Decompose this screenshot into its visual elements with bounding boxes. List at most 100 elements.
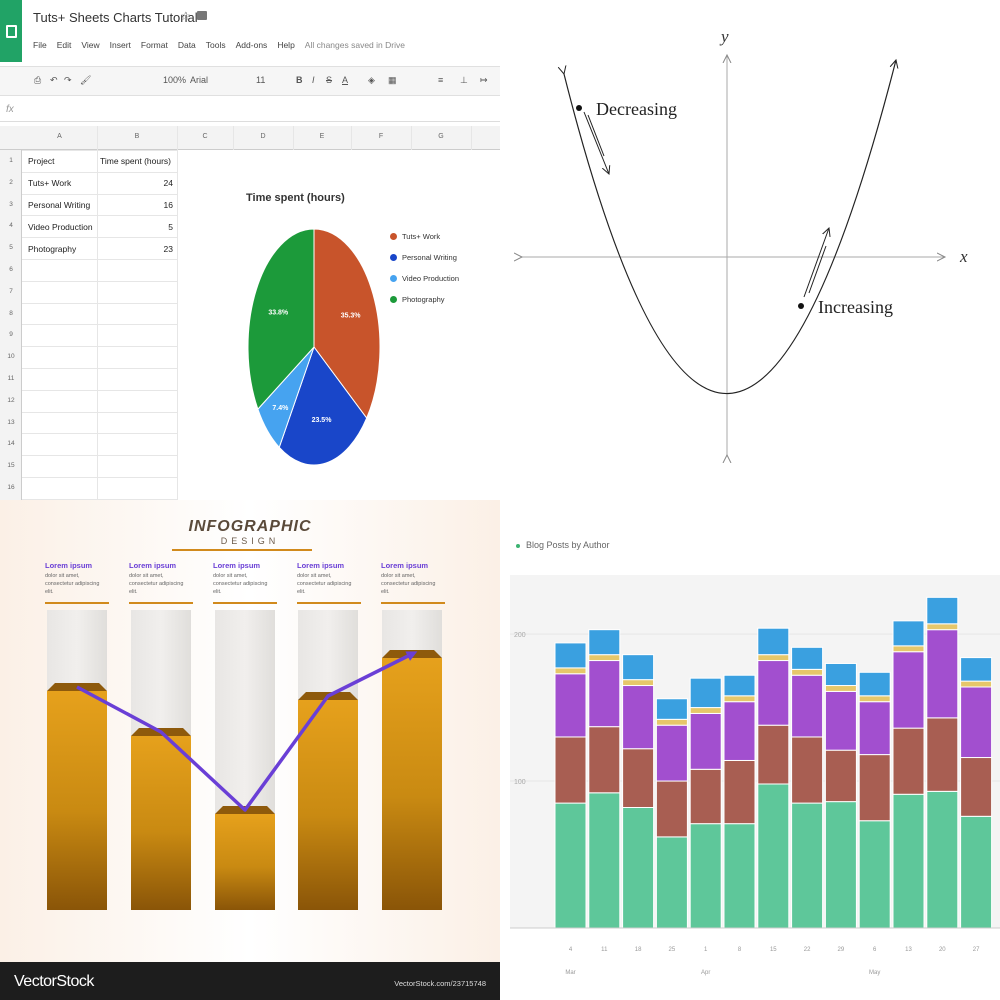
stacked-segment[interactable] bbox=[757, 783, 790, 929]
cell-project[interactable]: Photography bbox=[28, 244, 76, 254]
stacked-segment[interactable] bbox=[858, 695, 891, 703]
stacked-segment[interactable] bbox=[588, 629, 621, 656]
stacked-segment[interactable] bbox=[824, 685, 857, 692]
stacked-segment[interactable] bbox=[622, 748, 655, 808]
stacked-segment[interactable] bbox=[689, 677, 722, 709]
wrap-icon[interactable]: ↦ bbox=[480, 75, 488, 86]
stacked-segment[interactable] bbox=[892, 793, 925, 929]
row-header[interactable]: 13 bbox=[0, 419, 22, 426]
cell-project[interactable]: Tuts+ Work bbox=[28, 178, 71, 188]
menu-addons[interactable]: Add-ons bbox=[236, 40, 268, 50]
row-header[interactable]: 11 bbox=[0, 375, 22, 382]
stacked-segment[interactable] bbox=[689, 712, 722, 770]
stacked-segment[interactable] bbox=[858, 820, 891, 929]
row-header[interactable]: 3 bbox=[0, 201, 22, 208]
cell-hours[interactable]: 5 bbox=[113, 222, 173, 232]
menu-view[interactable]: View bbox=[81, 40, 99, 50]
stacked-segment[interactable] bbox=[926, 629, 959, 719]
stacked-segment[interactable] bbox=[757, 724, 790, 785]
stacked-segment[interactable] bbox=[791, 736, 824, 804]
menu-format[interactable]: Format bbox=[141, 40, 168, 50]
stacked-segment[interactable] bbox=[554, 673, 587, 738]
menu-tools[interactable]: Tools bbox=[206, 40, 226, 50]
stacked-segment[interactable] bbox=[757, 627, 790, 656]
stacked-segment[interactable] bbox=[723, 695, 756, 703]
stacked-segment[interactable] bbox=[824, 749, 857, 803]
stacked-segment[interactable] bbox=[554, 667, 587, 675]
stacked-segment[interactable] bbox=[554, 802, 587, 929]
row-header[interactable]: 8 bbox=[0, 310, 22, 317]
bold-button[interactable]: B bbox=[296, 75, 303, 85]
stacked-segment[interactable] bbox=[757, 654, 790, 662]
stacked-segment[interactable] bbox=[723, 701, 756, 761]
row-header[interactable]: 12 bbox=[0, 397, 22, 404]
stacked-segment[interactable] bbox=[824, 801, 857, 929]
stacked-segment[interactable] bbox=[791, 674, 824, 738]
stacked-segment[interactable] bbox=[858, 701, 891, 756]
stacked-segment[interactable] bbox=[960, 680, 993, 688]
row-header[interactable]: 7 bbox=[0, 288, 22, 295]
col-d[interactable]: D bbox=[233, 133, 293, 140]
font-select[interactable]: Arial bbox=[190, 75, 208, 85]
stacked-segment[interactable] bbox=[791, 802, 824, 929]
stacked-segment[interactable] bbox=[554, 736, 587, 804]
cell-hours[interactable]: 23 bbox=[113, 244, 173, 254]
stacked-segment[interactable] bbox=[689, 768, 722, 825]
zoom-select[interactable]: 100% bbox=[163, 75, 186, 85]
stacked-segment[interactable] bbox=[588, 726, 621, 794]
row-header[interactable]: 10 bbox=[0, 353, 22, 360]
redo-icon[interactable]: ↷ bbox=[64, 75, 72, 86]
col-g[interactable]: G bbox=[411, 133, 471, 140]
stacked-segment[interactable] bbox=[960, 686, 993, 759]
stacked-segment[interactable] bbox=[655, 724, 688, 782]
stacked-segment[interactable] bbox=[588, 660, 621, 728]
row-header[interactable]: 9 bbox=[0, 331, 22, 338]
stacked-segment[interactable] bbox=[622, 654, 655, 681]
stacked-segment[interactable] bbox=[622, 685, 655, 750]
cell-project[interactable]: Personal Writing bbox=[28, 200, 90, 210]
col-f[interactable]: F bbox=[351, 133, 411, 140]
pie-chart[interactable]: 35.3% 23.5% 7.4% 33.8% bbox=[240, 222, 390, 472]
formula-bar[interactable]: fx bbox=[0, 100, 500, 122]
stacked-segment[interactable] bbox=[757, 660, 790, 726]
stacked-segment[interactable] bbox=[554, 642, 587, 669]
stacked-segment[interactable] bbox=[926, 596, 959, 625]
stacked-segment[interactable] bbox=[892, 645, 925, 653]
stacked-segment[interactable] bbox=[960, 757, 993, 817]
stacked-segment[interactable] bbox=[824, 662, 857, 687]
stacked-segment[interactable] bbox=[655, 836, 688, 929]
col-a[interactable]: A bbox=[22, 133, 97, 140]
row-header[interactable]: 2 bbox=[0, 179, 22, 186]
menu-edit[interactable]: Edit bbox=[57, 40, 72, 50]
row-header[interactable]: 16 bbox=[0, 484, 22, 491]
stacked-segment[interactable] bbox=[926, 623, 959, 631]
stacked-segment[interactable] bbox=[588, 654, 621, 662]
stacked-segment[interactable] bbox=[858, 671, 891, 697]
font-size-select[interactable]: 11 bbox=[256, 75, 265, 85]
stacked-segment[interactable] bbox=[622, 679, 655, 687]
col-b[interactable]: B bbox=[97, 133, 177, 140]
italic-button[interactable]: I bbox=[312, 75, 315, 85]
row-header[interactable]: 6 bbox=[0, 266, 22, 273]
stacked-segment[interactable] bbox=[723, 674, 756, 697]
print-icon[interactable]: ⎙ bbox=[34, 75, 41, 86]
text-color-button[interactable]: A bbox=[342, 75, 348, 85]
stacked-segment[interactable] bbox=[892, 620, 925, 647]
stacked-segment[interactable] bbox=[960, 657, 993, 682]
stacked-segment[interactable] bbox=[655, 780, 688, 838]
stacked-segment[interactable] bbox=[892, 651, 925, 729]
header-time[interactable]: Time spent (hours) bbox=[100, 156, 171, 166]
folder-icon[interactable] bbox=[197, 11, 207, 20]
cell-hours[interactable]: 16 bbox=[113, 200, 173, 210]
col-c[interactable]: C bbox=[177, 133, 233, 140]
valign-icon[interactable]: ⊥ bbox=[460, 75, 468, 86]
stacked-segment[interactable] bbox=[791, 668, 824, 676]
stacked-segment[interactable] bbox=[622, 806, 655, 929]
stacked-segment[interactable] bbox=[655, 698, 688, 720]
fill-color-icon[interactable]: ◈ bbox=[368, 75, 375, 86]
stacked-segment[interactable] bbox=[892, 727, 925, 795]
sheets-logo-icon[interactable] bbox=[0, 0, 22, 62]
menu-insert[interactable]: Insert bbox=[110, 40, 131, 50]
menu-data[interactable]: Data bbox=[178, 40, 196, 50]
stacked-segment[interactable] bbox=[791, 646, 824, 670]
